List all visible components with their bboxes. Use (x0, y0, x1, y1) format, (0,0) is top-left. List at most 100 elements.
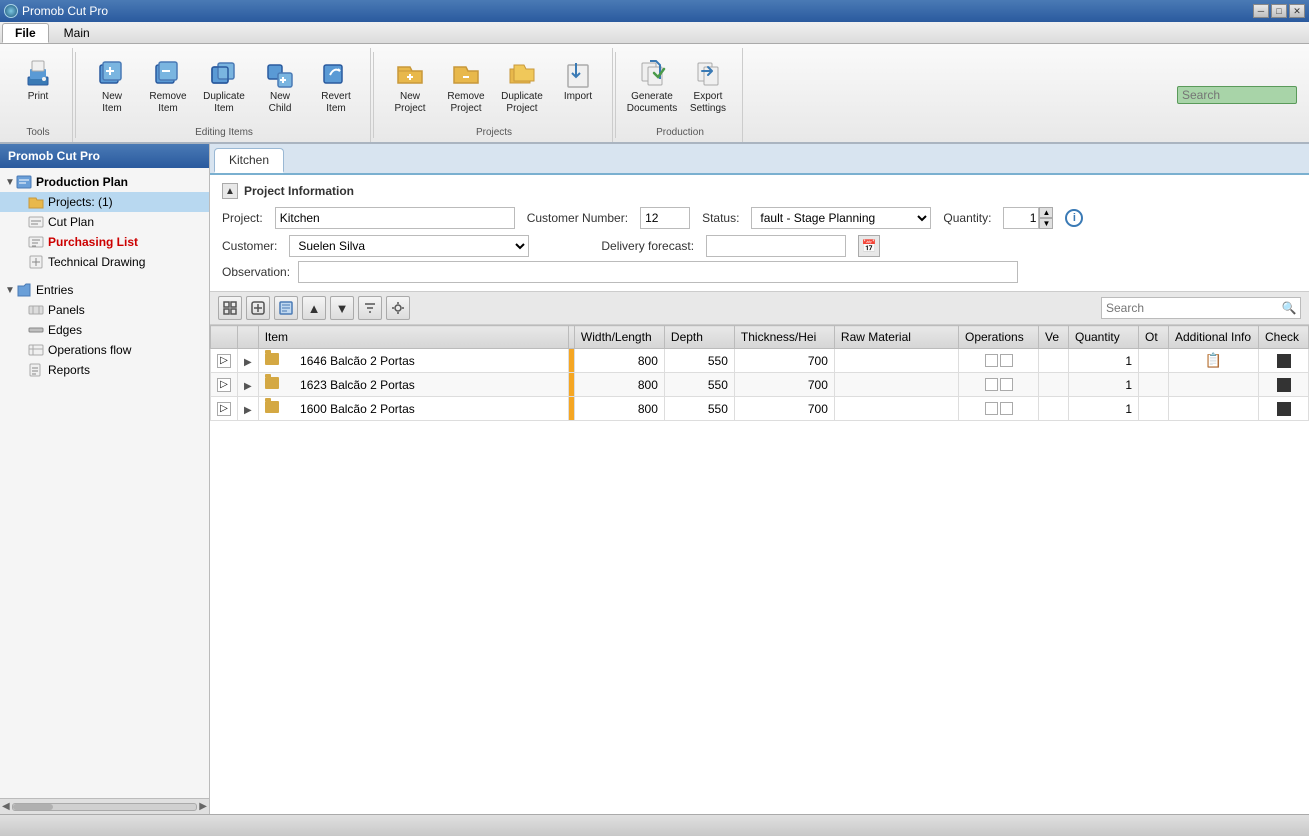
info-icon[interactable]: i (1065, 209, 1083, 227)
generate-documents-button[interactable]: GenerateDocuments (626, 52, 678, 120)
export-settings-label: ExportSettings (690, 91, 726, 115)
scrollbar-track[interactable] (12, 803, 198, 811)
collapse-button[interactable]: ▲ (222, 183, 238, 199)
new-project-button[interactable]: NewProject (384, 52, 436, 120)
remove-project-button[interactable]: RemoveProject (440, 52, 492, 120)
col-ot[interactable]: Ot (1139, 326, 1169, 349)
row3-depth: 550 (664, 397, 734, 421)
row3-rawmat (834, 397, 958, 421)
new-child-button[interactable]: NewChild (254, 52, 306, 120)
toolbar-up-btn[interactable]: ▲ (302, 296, 326, 320)
sidebar-item-operations-flow[interactable]: Operations flow (0, 340, 209, 360)
delivery-label: Delivery forecast: (601, 239, 694, 253)
menu-tab-main[interactable]: Main (51, 23, 103, 43)
row3-cb1[interactable] (985, 402, 998, 415)
search-icon-button[interactable]: 🔍 (1279, 298, 1299, 318)
sidebar-scrollbar[interactable]: ◀ ▶ (0, 798, 209, 814)
main-layout: Promob Cut Pro ▼ Production Plan (0, 144, 1309, 814)
duplicate-project-icon (506, 57, 538, 89)
menu-tab-file[interactable]: File (2, 23, 49, 43)
table-search-input[interactable] (1101, 297, 1301, 319)
sidebar-item-cut-plan[interactable]: Cut Plan (0, 212, 209, 232)
revert-item-button[interactable]: RevertItem (310, 52, 362, 120)
sidebar-item-panels[interactable]: Panels (0, 300, 209, 320)
row1-expand[interactable]: ▷ (211, 349, 238, 373)
toolbar-settings-btn[interactable] (386, 296, 410, 320)
duplicate-item-button[interactable]: DuplicateItem (198, 52, 250, 120)
status-select[interactable]: fault - Stage Planning (751, 207, 931, 229)
row3-expand-btn[interactable]: ▷ (217, 402, 231, 416)
row3-cb2[interactable] (1000, 402, 1013, 415)
row1-width: 800 (574, 349, 664, 373)
quantity-down-button[interactable]: ▼ (1039, 218, 1053, 229)
ribbon-editing-buttons: NewItem RemoveItem (86, 52, 362, 125)
row1-expand-btn[interactable]: ▷ (217, 354, 231, 368)
quantity-input[interactable] (1003, 207, 1039, 229)
print-button[interactable]: Print (12, 52, 64, 108)
export-settings-button[interactable]: ExportSettings (682, 52, 734, 120)
row1-additional: 📋 (1169, 349, 1259, 373)
row1-cb2[interactable] (1000, 354, 1013, 367)
new-item-button[interactable]: NewItem (86, 52, 138, 120)
observation-input[interactable] (298, 261, 1018, 283)
close-button[interactable]: ✕ (1289, 4, 1305, 18)
duplicate-project-button[interactable]: DuplicateProject (496, 52, 548, 120)
minimize-button[interactable]: ─ (1253, 4, 1269, 18)
row3-check-sq[interactable] (1277, 402, 1291, 416)
project-input[interactable] (275, 207, 515, 229)
sidebar-item-purchasing-list[interactable]: Purchasing List (0, 232, 209, 252)
row2-ops-check (965, 378, 1032, 391)
sidebar-item-reports[interactable]: Reports (0, 360, 209, 380)
col-thickness[interactable]: Thickness/Hei (734, 326, 834, 349)
toolbar-add-btn[interactable] (246, 296, 270, 320)
toolbar-filter-btn[interactable] (358, 296, 382, 320)
quantity-label: Quantity: (943, 211, 991, 225)
col-item[interactable]: Item (258, 326, 568, 349)
toolbar-edit-btn[interactable] (274, 296, 298, 320)
toolbar-grid-btn[interactable] (218, 296, 242, 320)
col-additional[interactable]: Additional Info (1169, 326, 1259, 349)
date-picker-button[interactable]: 📅 (858, 235, 880, 257)
col-width[interactable]: Width/Length (574, 326, 664, 349)
col-operations[interactable]: Operations (959, 326, 1039, 349)
row3-expand[interactable]: ▷ (211, 397, 238, 421)
sidebar-item-entries[interactable]: ▼ Entries (0, 280, 209, 300)
col-ve[interactable]: Ve (1039, 326, 1069, 349)
table-row: ▷ ▶ 1646 Balcão 2 Portas 800 550 700 (211, 349, 1309, 373)
customer-number-input[interactable] (640, 207, 690, 229)
row1-doc-icon[interactable]: 📋 (1205, 352, 1222, 368)
row1-check-sq[interactable] (1277, 354, 1291, 368)
scroll-left-btn[interactable]: ◀ (2, 801, 10, 812)
ribbon-search-input[interactable] (1177, 86, 1297, 104)
toolbar-down-btn[interactable]: ▼ (330, 296, 354, 320)
ribbon-divider-3 (615, 52, 616, 138)
edges-icon (28, 322, 44, 338)
customer-select[interactable]: Suelen Silva (289, 235, 529, 257)
remove-item-button[interactable]: RemoveItem (142, 52, 194, 120)
scroll-right-btn[interactable]: ▶ (199, 801, 207, 812)
row1-quantity: 1 (1069, 349, 1139, 373)
maximize-button[interactable]: □ (1271, 4, 1287, 18)
col-quantity[interactable]: Quantity (1069, 326, 1139, 349)
new-item-icon (96, 57, 128, 89)
row2-expand[interactable]: ▷ (211, 373, 238, 397)
revert-item-icon (320, 57, 352, 89)
row2-check-sq[interactable] (1277, 378, 1291, 392)
row2-cb2[interactable] (1000, 378, 1013, 391)
delivery-input[interactable] (706, 235, 846, 257)
quantity-up-button[interactable]: ▲ (1039, 207, 1053, 218)
production-plan-arrow: ▼ (4, 177, 16, 188)
col-check[interactable]: Check (1259, 326, 1309, 349)
row2-expand-btn[interactable]: ▷ (217, 378, 231, 392)
row3-quantity: 1 (1069, 397, 1139, 421)
row2-cb1[interactable] (985, 378, 998, 391)
col-rawmat[interactable]: Raw Material (834, 326, 958, 349)
import-button[interactable]: Import (552, 52, 604, 108)
sidebar-item-projects[interactable]: Projects: (1) (0, 192, 209, 212)
col-depth[interactable]: Depth (664, 326, 734, 349)
tab-kitchen[interactable]: Kitchen (214, 148, 284, 173)
row1-cb1[interactable] (985, 354, 998, 367)
sidebar-item-technical-drawing[interactable]: Technical Drawing (0, 252, 209, 272)
sidebar-item-production-plan[interactable]: ▼ Production Plan (0, 172, 209, 192)
sidebar-item-edges[interactable]: Edges (0, 320, 209, 340)
